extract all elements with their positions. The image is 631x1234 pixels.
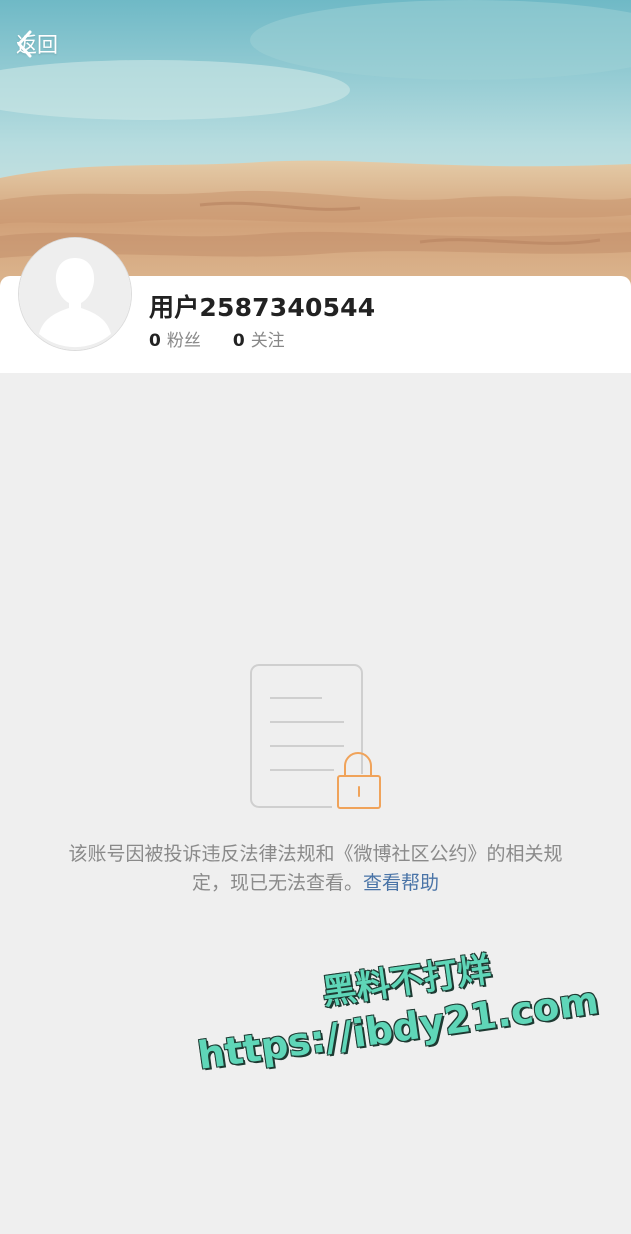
following-label: 关注: [250, 331, 285, 351]
notice-text: 该账号因被投诉违反法律法规和《微博社区公约》的相关规定，现已无法查看。: [68, 843, 563, 894]
locked-document-icon: [250, 664, 384, 810]
username: 用户2587340544: [149, 293, 376, 322]
help-link[interactable]: 查看帮助: [363, 872, 439, 894]
following-stat[interactable]: 0 关注: [233, 326, 285, 351]
default-avatar-icon: [19, 238, 131, 350]
followers-count: 0: [149, 331, 161, 351]
following-count: 0: [232, 331, 245, 351]
profile-stats: 0 粉丝 0 关注: [149, 326, 285, 351]
followers-stat[interactable]: 0 粉丝: [149, 326, 201, 351]
watermark: 黑料不打烊 https://ibdy21.com: [180, 927, 614, 1114]
account-restricted-notice: 该账号因被投诉违反法律法规和《微博社区公约》的相关规定，现已无法查看。查看帮助: [50, 840, 581, 898]
back-button[interactable]: 返回: [14, 26, 58, 62]
chevron-left-icon: [17, 30, 32, 58]
followers-label: 粉丝: [166, 331, 201, 351]
avatar[interactable]: [19, 238, 131, 350]
